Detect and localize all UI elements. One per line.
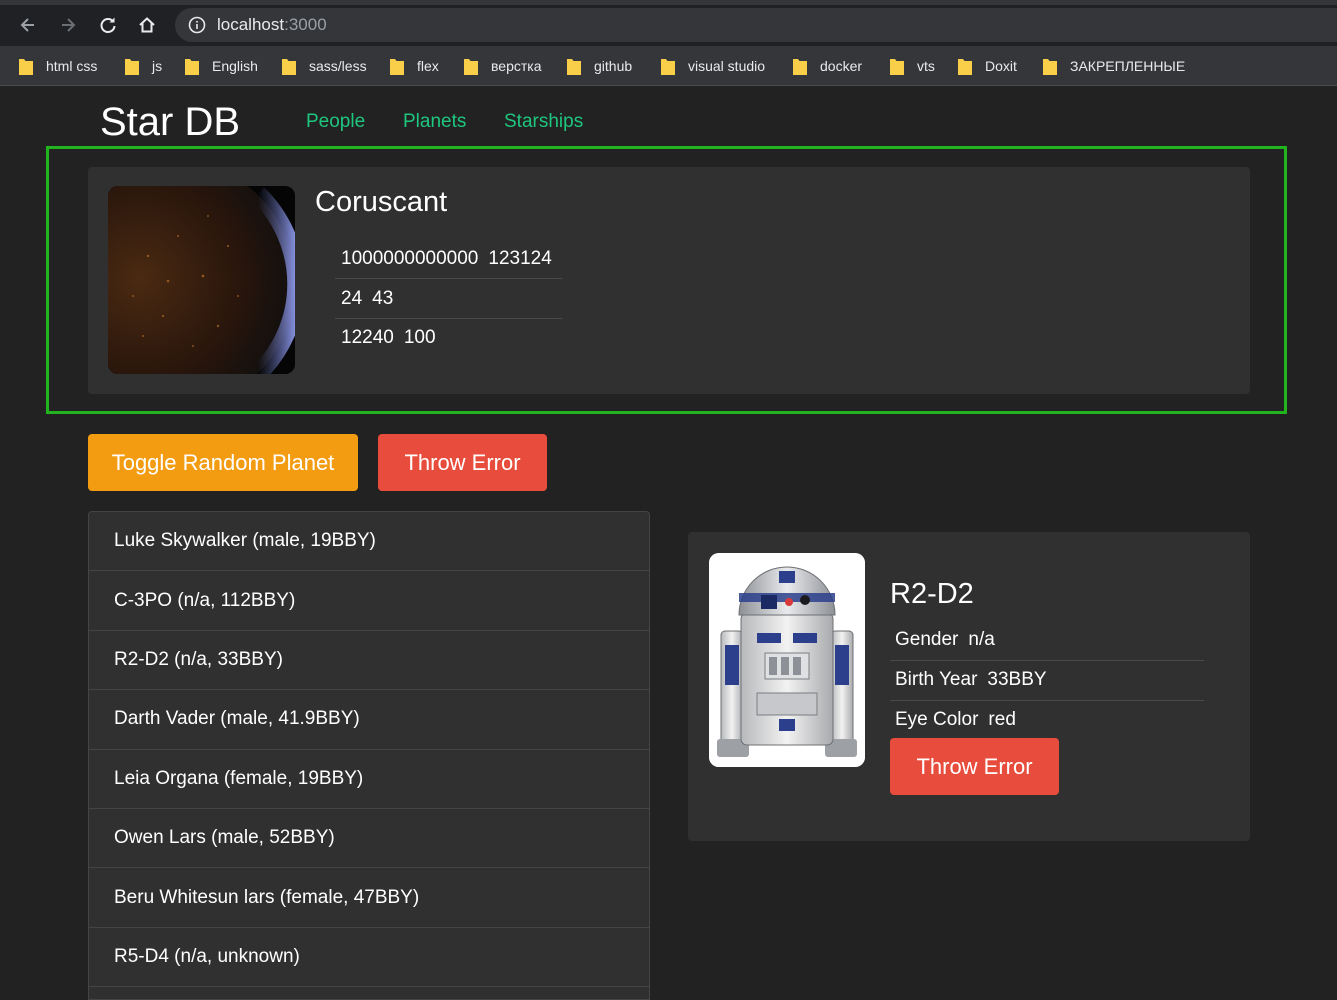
detail-value: 33BBY xyxy=(987,669,1047,691)
bookmark-folder[interactable]: docker xyxy=(793,56,862,76)
url-text: localhost:3000 xyxy=(217,15,327,35)
person-name: R2-D2 xyxy=(890,578,974,610)
address-bar[interactable]: localhost:3000 xyxy=(175,8,1337,42)
bookmark-label: github xyxy=(594,58,633,74)
folder-icon xyxy=(282,58,296,75)
throw-error-button[interactable]: Throw Error xyxy=(378,434,547,491)
list-item[interactable]: Beru Whitesun lars (female, 47BBY) xyxy=(89,868,649,928)
bookmark-folder[interactable]: ЗАКРЕПЛЕННЫЕ xyxy=(1043,56,1185,76)
folder-icon xyxy=(1043,58,1057,75)
folder-icon xyxy=(793,58,807,75)
person-detail-row: Gender n/a xyxy=(890,621,1204,661)
folder-icon xyxy=(185,58,199,75)
nav-people[interactable]: People xyxy=(306,111,365,133)
bookmark-label: html css xyxy=(46,58,98,74)
bookmark-label: flex xyxy=(417,58,439,74)
detail-label: 1000000000000 xyxy=(341,247,479,269)
bookmark-folder[interactable]: github xyxy=(567,56,632,76)
forward-icon[interactable] xyxy=(55,12,81,38)
list-item[interactable]: C-3PO (n/a, 112BBY) xyxy=(89,571,649,631)
bookmark-folder[interactable]: верстка xyxy=(464,56,541,76)
detail-label: 12240 xyxy=(341,327,394,348)
bookmark-label: visual studio xyxy=(688,58,766,74)
detail-value: 43 xyxy=(372,287,394,309)
detail-label: Eye Color xyxy=(895,708,979,730)
person-throw-error-button[interactable]: Throw Error xyxy=(890,738,1059,795)
list-item[interactable]: Leia Organa (female, 19BBY) xyxy=(89,750,649,809)
browser-toolbar: localhost:3000 xyxy=(0,0,1337,46)
home-icon[interactable] xyxy=(134,12,160,38)
bookmark-label: ЗАКРЕПЛЕННЫЕ xyxy=(1070,58,1186,74)
folder-icon xyxy=(958,58,972,75)
person-image xyxy=(709,553,865,767)
bookmark-folder[interactable]: flex xyxy=(390,56,439,76)
detail-value: 100 xyxy=(403,327,436,348)
person-detail-row: Birth Year 33BBY xyxy=(890,661,1204,701)
bookmark-folder[interactable]: vts xyxy=(890,56,935,76)
detail-label: 24 xyxy=(341,287,363,309)
detail-label: Gender xyxy=(895,629,959,651)
bookmark-label: js xyxy=(152,58,163,74)
info-icon[interactable] xyxy=(188,16,206,34)
list-item[interactable]: Darth Vader (male, 41.9BBY) xyxy=(89,690,649,750)
bookmark-label: docker xyxy=(820,58,863,74)
bookmark-folder[interactable]: html css xyxy=(19,56,97,76)
app-brand[interactable]: Star DB xyxy=(100,100,240,145)
tab-strip-edge xyxy=(0,0,1337,5)
planet-image xyxy=(108,186,295,374)
bookmark-folder[interactable]: sass/less xyxy=(282,56,367,76)
planet-detail-row: 12240 100 xyxy=(335,318,562,358)
url-host: localhost xyxy=(217,15,285,34)
list-item[interactable]: R5-D4 (n/a, unknown) xyxy=(89,928,649,988)
bookmark-label: Doxit xyxy=(985,58,1017,74)
person-detail-row: Eye Color red xyxy=(890,700,1204,740)
nav-starships[interactable]: Starships xyxy=(504,111,583,133)
bookmark-folder[interactable]: English xyxy=(185,56,258,76)
folder-icon xyxy=(661,58,675,75)
planet-name: Coruscant xyxy=(315,186,448,218)
detail-label: Birth Year xyxy=(895,669,978,691)
back-icon[interactable] xyxy=(15,12,41,38)
bookmark-label: sass/less xyxy=(309,58,367,74)
detail-value: 123124 xyxy=(488,247,552,269)
bookmark-folder[interactable]: visual studio xyxy=(661,56,765,76)
reload-icon[interactable] xyxy=(95,12,121,38)
bookmark-label: vts xyxy=(917,58,935,74)
bookmark-folder[interactable]: Doxit xyxy=(958,56,1017,76)
planet-detail-row: 1000000000000 123124 xyxy=(335,239,562,279)
detail-value: red xyxy=(988,708,1016,730)
planet-detail-row: 24 43 xyxy=(335,279,562,319)
nav-planets[interactable]: Planets xyxy=(403,111,466,133)
folder-icon xyxy=(567,58,581,75)
bookmark-label: English xyxy=(212,58,258,74)
url-port: :3000 xyxy=(284,15,327,34)
toggle-random-planet-button[interactable]: Toggle Random Planet xyxy=(88,434,358,491)
bookmarks-bar: html css js English sass/less flex верст… xyxy=(0,46,1337,86)
list-item[interactable]: R2-D2 (n/a, 33BBY) xyxy=(89,631,649,691)
folder-icon xyxy=(390,58,404,75)
folder-icon xyxy=(890,58,904,75)
bookmark-folder[interactable]: js xyxy=(125,56,162,76)
people-list: Luke Skywalker (male, 19BBY) C-3PO (n/a,… xyxy=(88,511,650,1000)
bookmark-label: верстка xyxy=(491,58,542,74)
folder-icon xyxy=(464,58,478,75)
detail-value: n/a xyxy=(968,629,995,651)
folder-icon xyxy=(19,58,33,75)
list-item[interactable]: Luke Skywalker (male, 19BBY) xyxy=(89,512,649,572)
folder-icon xyxy=(125,58,139,75)
list-item[interactable]: Owen Lars (male, 52BBY) xyxy=(89,809,649,869)
